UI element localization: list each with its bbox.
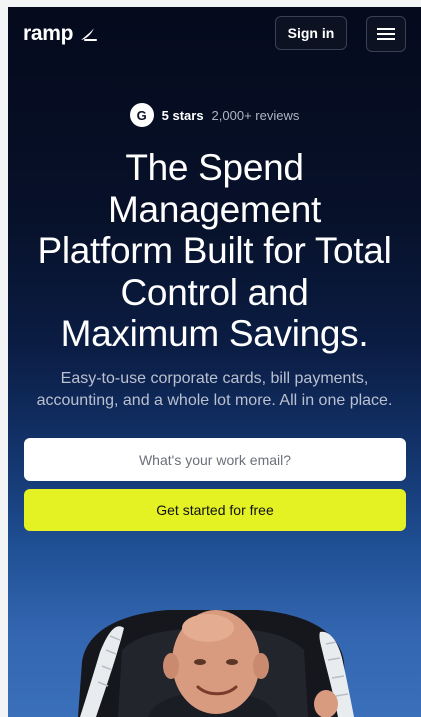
headline-line: Maximum Savings.: [60, 313, 369, 354]
subheading-line: accounting, and a whole lot more. All in…: [36, 392, 393, 409]
get-started-button[interactable]: Get started for free: [24, 489, 406, 531]
logo-text: ramp: [23, 22, 74, 45]
work-email-input[interactable]: [24, 438, 406, 481]
top-navigation: ramp Sign in: [8, 7, 421, 62]
subheading-line: Easy-to-use corporate cards, bill paymen…: [60, 370, 369, 387]
g2-badge-icon: G: [129, 103, 154, 127]
hero-image: [78, 610, 354, 717]
ramp-logo[interactable]: ramp: [23, 22, 98, 46]
headline-line: Platform Built for Total: [37, 230, 392, 271]
star-rating: 5 stars: [161, 107, 204, 123]
hamburger-menu-icon[interactable]: [366, 16, 406, 52]
review-rating: G 5 stars 2,000+ reviews: [8, 103, 421, 127]
headline-line: The Spend: [125, 147, 304, 188]
review-count: 2,000+ reviews: [211, 107, 300, 123]
ramp-leaf-icon: [81, 28, 98, 41]
sign-in-button[interactable]: Sign in: [275, 16, 347, 50]
page-title: The Spend Management Platform Built for …: [8, 147, 421, 355]
headline-line: Control and: [120, 271, 309, 313]
page: ramp Sign in G 5 stars 2,000+ reviews Th…: [8, 7, 421, 717]
subheading: Easy-to-use corporate cards, bill paymen…: [18, 368, 411, 412]
headline-line: Management: [108, 188, 321, 230]
